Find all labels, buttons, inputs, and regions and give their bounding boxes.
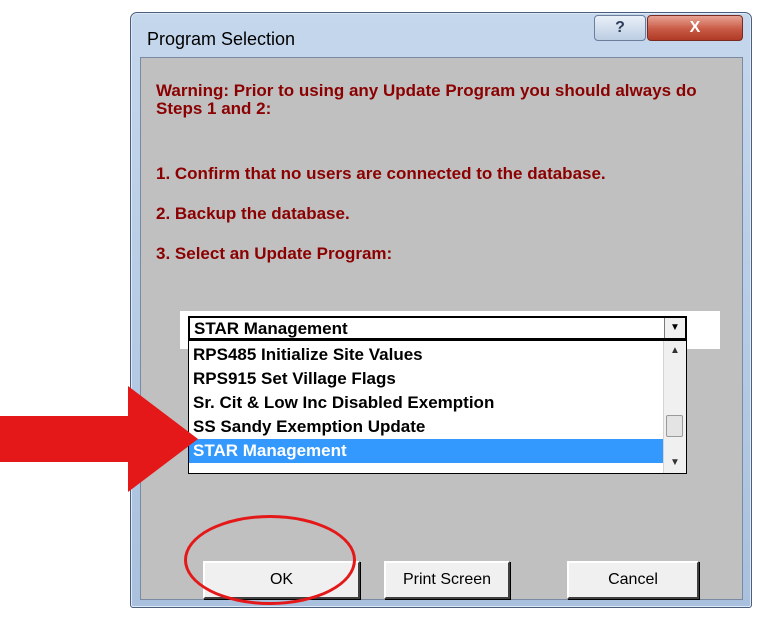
list-item[interactable]: RPS485 Initialize Site Values — [189, 343, 664, 367]
dialog-title: Program Selection — [147, 29, 296, 49]
step-1-text: 1. Confirm that no users are connected t… — [156, 164, 606, 183]
scroll-thumb[interactable] — [666, 415, 683, 437]
scroll-up-icon[interactable]: ▲ — [664, 341, 686, 361]
list-scrollbar[interactable]: ▲ ▼ — [663, 341, 686, 473]
stage: Program Selection ? X Warning: Prior to … — [0, 0, 760, 617]
close-button[interactable]: X — [647, 15, 743, 41]
chevron-down-icon[interactable]: ▼ — [664, 318, 685, 338]
cancel-button[interactable]: Cancel — [567, 561, 699, 599]
list-item[interactable]: SS Sandy Exemption Update — [189, 415, 664, 439]
step-3-text: 3. Select an Update Program: — [156, 244, 393, 263]
scroll-down-icon[interactable]: ▼ — [664, 453, 686, 473]
step-2-text: 2. Backup the database. — [156, 204, 350, 223]
red-arrow-icon — [0, 386, 198, 492]
print-screen-button[interactable]: Print Screen — [384, 561, 510, 599]
program-selection-dialog: Program Selection ? X Warning: Prior to … — [130, 12, 752, 608]
dialog-client-area: Warning: Prior to using any Update Progr… — [140, 57, 743, 600]
program-dropdown-list[interactable]: RPS485 Initialize Site Values RPS915 Set… — [188, 340, 687, 474]
help-button[interactable]: ? — [594, 15, 646, 41]
list-item[interactable]: Sr. Cit & Low Inc Disabled Exemption — [189, 391, 664, 415]
title-bar[interactable]: Program Selection ? X — [131, 13, 751, 57]
warning-message: Warning: Prior to using any Update Progr… — [156, 81, 697, 118]
red-circle-highlight — [184, 515, 356, 605]
list-item-selected[interactable]: STAR Management — [189, 439, 664, 463]
program-combobox[interactable]: STAR Management ▼ — [188, 316, 687, 340]
combobox-value: STAR Management — [194, 319, 348, 338]
list-item[interactable]: RPS915 Set Village Flags — [189, 367, 664, 391]
